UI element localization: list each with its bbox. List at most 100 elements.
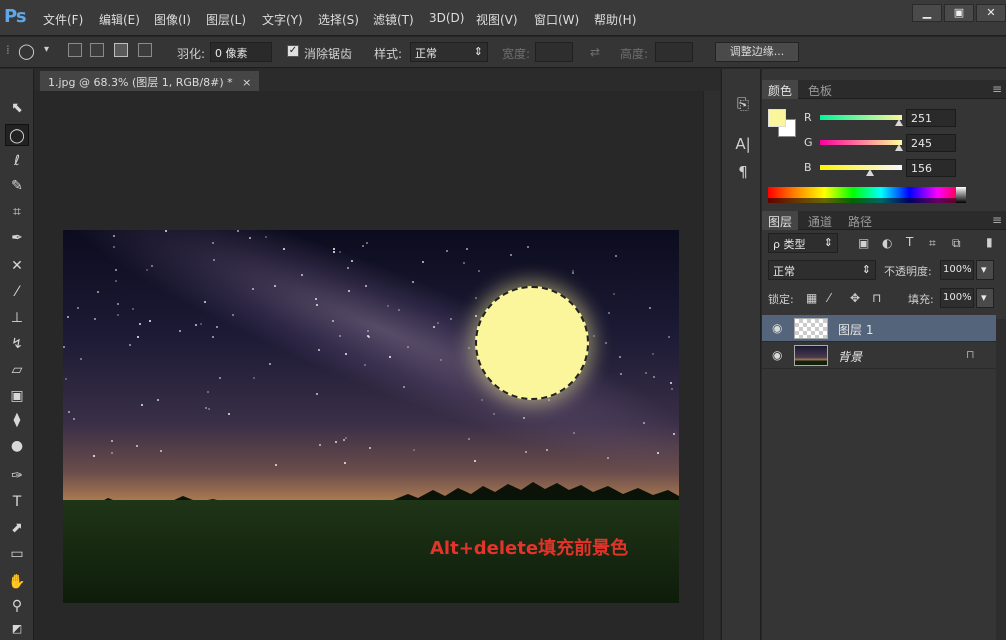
- zoom-tool-icon[interactable]: ⚲: [5, 595, 29, 617]
- layers-scrollbar[interactable]: [996, 319, 1006, 640]
- intersect-selection-icon[interactable]: [138, 43, 152, 57]
- layer-name[interactable]: 图层 1: [838, 321, 873, 338]
- height-input[interactable]: [655, 42, 693, 62]
- green-value-input[interactable]: 245: [906, 134, 956, 152]
- refine-edge-button[interactable]: 调整边缘...: [715, 42, 799, 62]
- default-colors-icon[interactable]: ◩: [5, 618, 29, 640]
- fill-input[interactable]: 100%: [940, 288, 974, 308]
- blue-value-input[interactable]: 156: [906, 159, 956, 177]
- type-tool-icon[interactable]: T: [5, 491, 29, 513]
- menu-filter[interactable]: 滤镜(T): [373, 11, 414, 28]
- tab-close-icon[interactable]: ×: [242, 76, 251, 89]
- menu-type[interactable]: 文字(Y): [262, 11, 303, 28]
- quick-selection-tool-icon[interactable]: ✎: [5, 175, 29, 197]
- blue-slider-track[interactable]: [820, 165, 902, 170]
- layer-filter-select[interactable]: ρ 类型 ⇕: [768, 233, 838, 253]
- menu-view[interactable]: 视图(V): [476, 11, 518, 28]
- minimize-button[interactable]: ▁: [912, 4, 942, 22]
- shape-tool-icon[interactable]: ▭: [5, 543, 29, 565]
- layer-visibility-eye-icon[interactable]: ◉: [772, 348, 782, 362]
- lasso-tool-icon[interactable]: ℓ: [5, 150, 29, 172]
- type-filter-icon[interactable]: T: [906, 235, 913, 249]
- red-value-input[interactable]: 251: [906, 109, 956, 127]
- character-panel-icon[interactable]: A|: [732, 133, 754, 155]
- gradient-tool-icon[interactable]: ▣: [5, 385, 29, 407]
- color-spectrum-bar[interactable]: [768, 187, 966, 203]
- lock-image-icon[interactable]: ⁄: [828, 291, 830, 305]
- layer-visibility-eye-icon[interactable]: ◉: [772, 321, 782, 335]
- maximize-button[interactable]: ▣: [944, 4, 974, 22]
- elliptical-marquee-tool-icon[interactable]: ◯: [5, 124, 29, 146]
- foreground-color-swatch[interactable]: [768, 109, 786, 127]
- layers-panel-menu-icon[interactable]: ≡: [986, 211, 1006, 230]
- star-dot: [80, 358, 82, 360]
- menu-layer[interactable]: 图层(L): [206, 11, 246, 28]
- lock-position-icon[interactable]: ✥: [850, 291, 860, 305]
- clone-stamp-tool-icon[interactable]: ⊥: [5, 307, 29, 329]
- brush-tool-icon[interactable]: ⁄: [5, 281, 29, 303]
- history-brush-tool-icon[interactable]: ↯: [5, 333, 29, 355]
- blur-tool-icon[interactable]: ⧫: [5, 409, 29, 431]
- move-tool-icon[interactable]: ⬉: [5, 97, 29, 119]
- pixel-filter-icon[interactable]: ▣: [858, 236, 869, 250]
- path-selection-tool-icon[interactable]: ⬈: [5, 517, 29, 539]
- style-select[interactable]: 正常 ⇕: [410, 42, 488, 62]
- pen-tool-icon[interactable]: ✑: [5, 465, 29, 487]
- layer-row-background[interactable]: ◉ 背景 ⊓: [762, 342, 996, 369]
- eyedropper-tool-icon[interactable]: ✒: [5, 227, 29, 249]
- tab-swatches[interactable]: 色板: [802, 80, 838, 99]
- menu-select[interactable]: 选择(S): [318, 11, 359, 28]
- menu-help[interactable]: 帮助(H): [594, 11, 636, 28]
- dodge-tool-icon[interactable]: ●: [5, 435, 29, 457]
- menu-3d[interactable]: 3D(D): [429, 11, 464, 25]
- black-white-ramp[interactable]: [956, 187, 966, 203]
- red-slider-thumb[interactable]: [895, 119, 903, 126]
- crop-tool-icon[interactable]: ⌗: [5, 201, 29, 223]
- star-dot: [367, 330, 369, 332]
- opacity-input[interactable]: 100%: [940, 260, 974, 280]
- lock-all-icon[interactable]: ⊓: [872, 291, 881, 305]
- menu-window[interactable]: 窗口(W): [534, 11, 579, 28]
- feather-input[interactable]: 0 像素: [210, 42, 272, 62]
- tab-paths[interactable]: 路径: [842, 211, 878, 230]
- history-panel-icon[interactable]: ⎘: [732, 93, 754, 115]
- tab-layers[interactable]: 图层: [762, 211, 799, 230]
- width-input[interactable]: [535, 42, 573, 62]
- document-tab[interactable]: 1.jpg @ 68.3% (图层 1, RGB/8#) * ×: [40, 71, 260, 91]
- green-slider-thumb[interactable]: [895, 144, 903, 151]
- blue-slider-thumb[interactable]: [866, 169, 874, 176]
- paragraph-panel-icon[interactable]: ¶: [732, 161, 754, 183]
- blend-mode-select[interactable]: 正常 ⇕: [768, 260, 876, 280]
- elliptical-marquee-preset-icon[interactable]: ◯: [18, 42, 35, 60]
- hand-tool-icon[interactable]: ✋: [5, 571, 29, 593]
- canvas-vertical-scrollbar[interactable]: [703, 91, 720, 640]
- healing-brush-tool-icon[interactable]: ✕: [5, 255, 29, 277]
- close-button[interactable]: ✕: [976, 4, 1006, 22]
- tab-channels[interactable]: 通道: [802, 211, 838, 230]
- chevron-down-icon[interactable]: ▾: [44, 44, 49, 55]
- swap-icon[interactable]: ⇄: [590, 45, 600, 59]
- menu-image[interactable]: 图像(I): [154, 11, 191, 28]
- subtract-from-selection-icon[interactable]: [114, 43, 128, 57]
- filter-toggle-icon[interactable]: ▮: [986, 235, 993, 249]
- adjustment-filter-icon[interactable]: ◐: [882, 236, 892, 250]
- menu-edit[interactable]: 编辑(E): [99, 11, 140, 28]
- smart-object-filter-icon[interactable]: ⧉: [952, 236, 961, 251]
- fill-dropdown-icon[interactable]: ▾: [976, 288, 994, 308]
- red-slider-track[interactable]: [820, 115, 902, 120]
- lock-transparency-icon[interactable]: ▦: [806, 291, 817, 305]
- shape-filter-icon[interactable]: ⌗: [929, 236, 936, 251]
- add-to-selection-icon[interactable]: [90, 43, 104, 57]
- layer-name[interactable]: 背景: [838, 348, 862, 365]
- menu-file[interactable]: 文件(F): [43, 11, 83, 28]
- green-slider-track[interactable]: [820, 140, 902, 145]
- tab-color[interactable]: 颜色: [762, 80, 799, 99]
- panel-menu-icon[interactable]: ≡: [986, 80, 1006, 99]
- layer-row-layer-1[interactable]: ◉ 图层 1: [762, 315, 996, 342]
- new-selection-icon[interactable]: [68, 43, 82, 57]
- selected-circle-fill[interactable]: [475, 286, 589, 400]
- star-dot: [216, 326, 218, 328]
- eraser-tool-icon[interactable]: ▱: [5, 359, 29, 381]
- antialias-checkbox[interactable]: ✓: [287, 45, 299, 57]
- opacity-dropdown-icon[interactable]: ▾: [976, 260, 994, 280]
